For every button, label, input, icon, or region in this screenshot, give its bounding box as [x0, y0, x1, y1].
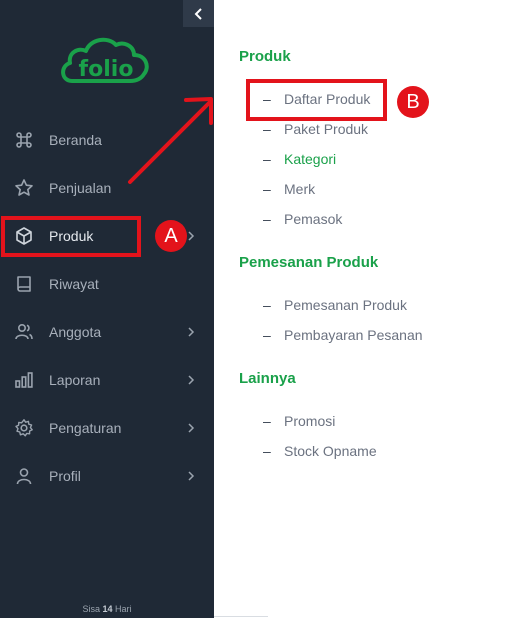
- menu-item-label: Pembayaran Pesanan: [284, 327, 423, 343]
- menu-item-label: Paket Produk: [284, 121, 369, 137]
- menu-item-promosi[interactable]: – Promosi: [263, 413, 335, 433]
- chevron-right-icon: [188, 231, 195, 241]
- chevron-left-icon: [194, 7, 202, 20]
- menu-item-pembayaran-pesanan[interactable]: – Pembayaran Pesanan: [263, 327, 423, 347]
- chevron-right-icon: [188, 423, 195, 433]
- folio-logo: folio: [58, 33, 154, 87]
- sidebar-item-label: Riwayat: [49, 276, 99, 292]
- menu-item-paket-produk[interactable]: – Paket Produk: [263, 121, 368, 141]
- trial-prefix: Sisa: [82, 604, 100, 614]
- menu-item-label: Kategori: [284, 151, 337, 167]
- users-icon: [15, 323, 33, 340]
- trial-days: 14: [102, 604, 113, 614]
- menu-item-label: Pemasok: [284, 211, 343, 227]
- command-icon: [16, 132, 32, 148]
- dash-marker: –: [263, 211, 271, 227]
- star-icon: [15, 179, 33, 196]
- chevron-right-icon: [188, 471, 195, 481]
- menu-item-pemesanan-produk[interactable]: – Pemesanan Produk: [263, 297, 407, 317]
- user-icon: [16, 468, 32, 485]
- section-title-produk: Produk: [239, 48, 291, 65]
- menu-item-merk[interactable]: – Merk: [263, 181, 315, 201]
- menu-item-pemasok[interactable]: – Pemasok: [263, 211, 342, 231]
- svg-text:folio: folio: [79, 57, 134, 82]
- dash-marker: –: [263, 297, 271, 313]
- dash-marker: –: [263, 151, 271, 167]
- dash-marker: –: [263, 443, 271, 459]
- sidebar-item-label: Penjualan: [49, 180, 112, 196]
- collapse-sidebar-button[interactable]: [183, 0, 214, 27]
- dash-marker: –: [263, 121, 271, 137]
- sidebar-item-label: Profil: [49, 468, 81, 484]
- sidebar-item-label: Beranda: [49, 132, 102, 148]
- dash-marker: –: [263, 181, 271, 197]
- dash-marker: –: [263, 327, 271, 343]
- annotation-box-b: [246, 79, 387, 121]
- menu-item-label: Pemesanan Produk: [284, 297, 407, 313]
- menu-item-kategori[interactable]: – Kategori: [263, 151, 336, 171]
- gear-icon: [15, 419, 33, 437]
- menu-item-stock-opname[interactable]: – Stock Opname: [263, 443, 377, 463]
- section-title-lainnya: Lainnya: [239, 370, 296, 387]
- divider: [214, 616, 268, 617]
- sidebar-item-pengaturan[interactable]: Pengaturan: [0, 408, 214, 448]
- sidebar-item-label: Anggota: [49, 324, 102, 340]
- sidebar-item-anggota[interactable]: Anggota: [0, 312, 214, 352]
- dash-marker: –: [263, 413, 271, 429]
- menu-item-label: Promosi: [284, 413, 336, 429]
- annotation-marker-b: B: [397, 86, 429, 118]
- annotation-marker-a: A: [155, 220, 187, 252]
- chevron-right-icon: [188, 375, 195, 385]
- chevron-right-icon: [188, 327, 195, 337]
- sidebar-item-label: Laporan: [49, 372, 101, 388]
- sidebar-item-riwayat[interactable]: Riwayat: [0, 264, 214, 304]
- sidebar-item-label: Pengaturan: [49, 420, 122, 436]
- section-title-pemesanan-produk: Pemesanan Produk: [239, 254, 379, 271]
- sidebar-item-penjualan[interactable]: Penjualan: [0, 168, 214, 208]
- sidebar-item-beranda[interactable]: Beranda: [0, 120, 214, 160]
- bar-chart-icon: [15, 372, 33, 388]
- trial-remaining-note: Sisa 14 Hari: [0, 604, 214, 614]
- sidebar-item-laporan[interactable]: Laporan: [0, 360, 214, 400]
- menu-item-label: Stock Opname: [284, 443, 377, 459]
- sidebar-item-profil[interactable]: Profil: [0, 456, 214, 496]
- annotation-box-a: [1, 216, 141, 257]
- sidebar: folio Beranda Penjualan Produk Riwayat A…: [0, 0, 214, 618]
- book-icon: [17, 276, 31, 292]
- trial-suffix: Hari: [115, 604, 132, 614]
- menu-item-label: Merk: [284, 181, 316, 197]
